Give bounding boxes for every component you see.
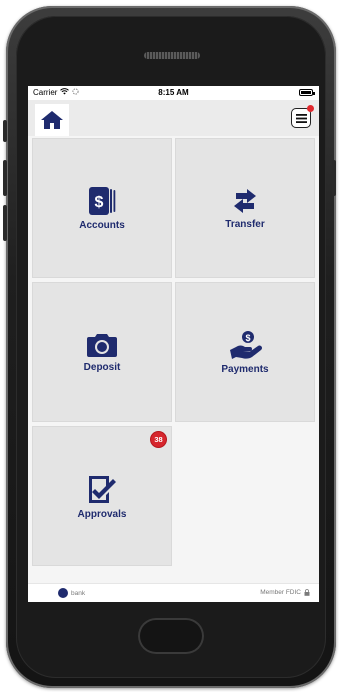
notification-dot [307,105,314,112]
power-button [332,160,336,196]
app-screen: Carrier 8:15 AM $ Accounts Transfer Depo… [28,86,319,602]
tile-approvals-label: Approvals [77,508,127,520]
checklist-icon [89,475,116,503]
phone-home-button[interactable] [138,618,204,654]
earpiece-speaker [144,52,200,59]
approvals-count-badge: 38 [151,432,166,447]
status-time: 8:15 AM [158,88,189,97]
tile-payments-label: Payments [221,363,269,375]
bank-logo: bank [58,588,85,598]
dollar-card-icon: $ [89,186,116,215]
transfer-arrows-icon [234,188,256,213]
home-button[interactable] [35,104,69,136]
status-bar: Carrier 8:15 AM [28,86,319,100]
menu-button[interactable] [291,105,314,128]
tile-approvals[interactable]: Approvals 38 [32,426,172,566]
tile-transfer-label: Transfer [225,218,265,230]
home-icon [41,111,63,129]
hamburger-icon [295,113,307,123]
footer-bar: bank Member FDIC [28,583,319,602]
member-fdic-label: Member FDIC [260,589,301,596]
tile-deposit-label: Deposit [83,361,121,373]
svg-text:$: $ [245,333,250,343]
tile-transfer[interactable]: Transfer [175,138,315,278]
lock-icon [304,589,310,596]
top-nav-bar [28,100,319,136]
member-fdic: Member FDIC [260,589,310,596]
camera-icon [87,333,117,357]
svg-text:$: $ [95,194,104,211]
tile-accounts[interactable]: $ Accounts [32,138,172,278]
battery-icon [299,89,315,96]
volume-up-button [3,160,7,196]
tile-payments[interactable]: $ Payments [175,282,315,422]
bank-logo-mark [58,588,68,598]
tile-deposit[interactable]: Deposit [32,282,172,422]
mute-switch [3,120,7,142]
tile-accounts-label: Accounts [79,219,125,231]
hand-coin-icon: $ [230,330,262,359]
bank-logo-text: bank [71,589,86,597]
volume-down-button [3,205,7,241]
